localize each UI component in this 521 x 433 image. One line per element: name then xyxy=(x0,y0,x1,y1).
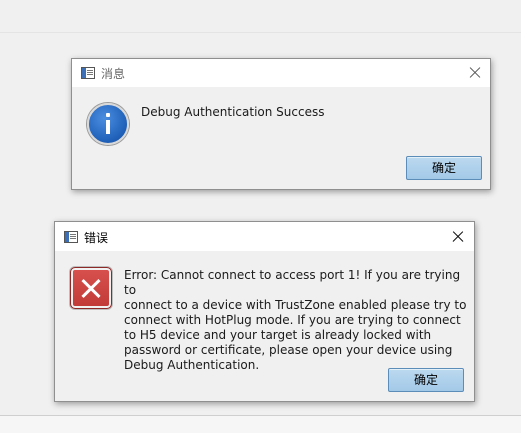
error-icon xyxy=(70,267,112,309)
close-icon[interactable] xyxy=(448,227,468,247)
info-message: Debug Authentication Success xyxy=(141,105,325,119)
error-dialog: 错误 Error: Cannot connect to access port … xyxy=(54,221,475,402)
info-ok-button[interactable]: 确定 xyxy=(406,156,482,180)
info-dialog-title: 消息 xyxy=(101,67,126,81)
error-message-line: to H5 device and your target is already … xyxy=(124,328,432,342)
window-app-icon xyxy=(81,67,95,79)
error-message-line: connect to a device with TrustZone enabl… xyxy=(124,298,467,312)
info-dialog: 消息 Debug Authentication Success 确定 xyxy=(71,58,491,190)
background-window-header xyxy=(0,0,521,33)
close-icon[interactable] xyxy=(465,63,485,83)
error-message-line: Error: Cannot connect to access port 1! … xyxy=(124,268,461,297)
error-message: Error: Cannot connect to access port 1! … xyxy=(124,268,474,373)
info-icon xyxy=(87,103,129,145)
background-status-bar xyxy=(0,415,521,433)
error-dialog-title: 错误 xyxy=(84,231,109,245)
error-ok-button[interactable]: 确定 xyxy=(388,368,464,392)
window-app-icon xyxy=(64,231,78,243)
error-dialog-titlebar[interactable]: 错误 xyxy=(55,222,474,251)
info-dialog-titlebar[interactable]: 消息 xyxy=(72,59,490,87)
error-message-line: connect with HotPlug mode. If you are tr… xyxy=(124,313,461,327)
error-message-line: password or certificate, please open you… xyxy=(124,343,453,357)
